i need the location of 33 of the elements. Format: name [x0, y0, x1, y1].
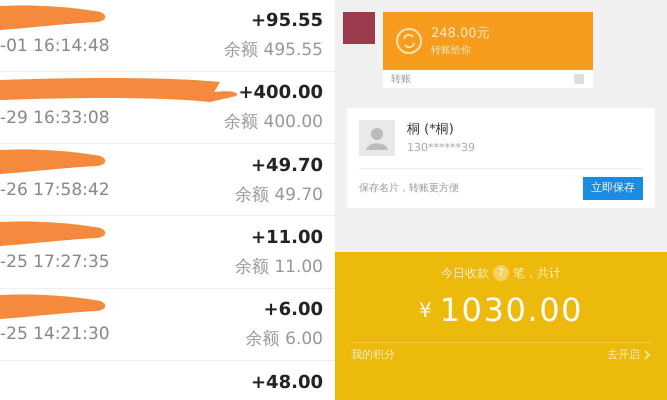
transaction-time: -29 16:33:08: [0, 106, 110, 130]
chevron-right-icon: [644, 350, 651, 360]
contact-name: 桐 (*桐): [407, 121, 455, 139]
currency-sign: ¥: [418, 297, 432, 324]
count-badge: 7: [493, 265, 509, 281]
balance-text: 余额 400.00: [224, 111, 323, 134]
transaction-time: -25 17:27:35: [0, 251, 110, 274]
transaction-amount: +400.00: [238, 81, 323, 106]
transaction-amount: +11.00: [250, 226, 323, 250]
summary-suffix: 笔，共计: [513, 265, 561, 282]
total-amount: 1030.00: [440, 290, 584, 331]
person-icon: [359, 120, 395, 156]
transaction-time: -26 17:58:42: [0, 178, 110, 202]
transaction-amount: +48.00: [250, 370, 323, 395]
balance-text: 余额 49.70: [234, 184, 323, 207]
balance-text: 余额 495.55: [224, 39, 323, 62]
transaction-amount: +6.00: [264, 298, 323, 322]
avatar-photo-placeholder: [343, 12, 375, 44]
balance-text: 余额 11.00: [234, 256, 323, 279]
save-button[interactable]: 立即保存: [583, 177, 643, 200]
transaction-amount: +95.55: [250, 9, 323, 34]
contact-phone: 130******39: [407, 140, 475, 156]
transaction-amount: +49.70: [250, 154, 323, 178]
transfer-amount: 248.00元: [431, 24, 490, 43]
save-hint: 保存名片，转账更方便: [359, 182, 459, 196]
transaction-time: -25 14:21:30: [0, 323, 110, 346]
summary-prefix: 今日收款: [441, 265, 489, 282]
transfer-note: 转账给你: [431, 44, 472, 58]
transaction-time: -01 16:14:48: [0, 34, 110, 58]
transfer-icon: [395, 27, 423, 55]
points-label: 我的积分: [351, 347, 395, 363]
balance-text: 余额 6.00: [246, 328, 323, 351]
transfer-label: 转账: [391, 72, 411, 86]
